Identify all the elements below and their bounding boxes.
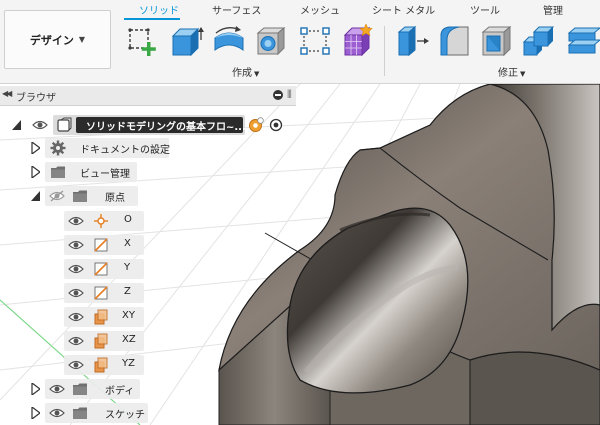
collapse-panel-icon[interactable]: ◀◀: [2, 89, 12, 98]
chevron-down-icon: ▼: [78, 35, 86, 44]
plane-icon: [94, 309, 108, 325]
visibility-eye-icon[interactable]: [49, 407, 65, 419]
create-sketch-icon[interactable]: [124, 24, 158, 58]
modify-group-dropdown[interactable]: 修正 ▼: [498, 64, 525, 79]
active-tab-indicator: [124, 18, 180, 20]
tab-tools[interactable]: ツール: [470, 2, 500, 17]
axis-icon: [94, 286, 108, 300]
browser-item-label: スケッチ: [105, 410, 145, 421]
browser-item-label: XZ: [122, 334, 136, 345]
folder-icon: [73, 190, 87, 202]
visibility-eye-icon[interactable]: [68, 359, 84, 371]
tab-sheet-metal[interactable]: シート メタル: [372, 2, 435, 17]
chevron-down-icon: ▼: [254, 70, 260, 78]
visibility-eye-icon[interactable]: [32, 119, 48, 131]
panel-grip-icon[interactable]: ⦀: [287, 88, 292, 102]
combine-icon[interactable]: [522, 24, 556, 58]
browser-item-label: ビュー管理: [80, 169, 130, 180]
pattern-icon[interactable]: [298, 24, 332, 58]
activate-component-icon[interactable]: [248, 117, 264, 133]
browser-title: ブラウザ: [16, 93, 56, 104]
browser-panel-header: ◀◀ ブラウザ ⦀: [0, 86, 296, 106]
visibility-eye-icon[interactable]: [68, 215, 84, 227]
browser-item-label: YZ: [122, 358, 135, 369]
visibility-eye-icon[interactable]: [68, 335, 84, 347]
browser-item-label: XY: [122, 310, 135, 321]
hole-icon[interactable]: [254, 24, 288, 58]
extrude-icon[interactable]: [170, 24, 204, 58]
plane-icon: [94, 333, 108, 349]
component-icon: [57, 117, 72, 132]
press-pull-icon[interactable]: [396, 24, 430, 58]
tab-mesh[interactable]: メッシュ: [300, 2, 340, 17]
tab-manage[interactable]: 管理: [543, 2, 563, 17]
tree-collapsed-icon[interactable]: [31, 166, 40, 178]
visibility-eye-icon[interactable]: [68, 239, 84, 251]
browser-item-label: Z: [124, 286, 131, 297]
toolbar-divider: [384, 26, 385, 76]
tree-collapsed-icon[interactable]: [31, 142, 40, 154]
active-radio-icon[interactable]: [268, 117, 284, 133]
modify-group-label: 修正: [498, 68, 518, 79]
align-icon[interactable]: [566, 24, 600, 58]
browser-item-label: 原点: [105, 193, 125, 204]
tree-collapsed-icon[interactable]: [31, 407, 40, 419]
create-group-label: 作成: [232, 68, 252, 79]
browser-item-label: Y: [124, 262, 131, 273]
folder-icon: [51, 166, 65, 178]
toolbar: デザイン ▼ ソリッド サーフェス メッシュ シート メタル ツール 管理 作成…: [0, 0, 600, 84]
workspace-switcher-button[interactable]: デザイン ▼: [4, 10, 111, 69]
plane-icon: [94, 357, 108, 373]
root-component-label: ソリッドモデリングの基本フロ~...: [86, 122, 246, 133]
browser-item-label: ボディ: [105, 386, 135, 397]
visibility-hidden-icon[interactable]: [49, 190, 65, 202]
tree-expanded-icon[interactable]: [12, 119, 21, 131]
visibility-eye-icon[interactable]: [68, 287, 84, 299]
tree-collapsed-icon[interactable]: [31, 383, 40, 395]
browser-item-label: X: [124, 238, 131, 249]
minimize-panel-icon[interactable]: [273, 90, 283, 100]
axis-icon: [94, 238, 108, 252]
revolve-icon[interactable]: [212, 24, 246, 58]
shell-icon[interactable]: [480, 24, 514, 58]
visibility-eye-icon[interactable]: [68, 263, 84, 275]
visibility-eye-icon[interactable]: [68, 311, 84, 323]
tab-solid[interactable]: ソリッド: [139, 2, 179, 17]
solid-body[interactable]: [218, 84, 600, 425]
origin-point-icon: [94, 214, 108, 228]
folder-icon: [73, 383, 87, 395]
fillet-icon[interactable]: [438, 24, 472, 58]
tree-expanded-icon[interactable]: [31, 190, 40, 202]
browser-item-label: O: [124, 214, 132, 225]
chevron-down-icon: ▼: [520, 70, 526, 78]
gear-icon: [50, 140, 66, 156]
tab-surface[interactable]: サーフェス: [212, 2, 261, 17]
folder-icon: [73, 407, 87, 419]
axis-icon: [94, 262, 108, 276]
browser-item-label: ドキュメントの設定: [80, 145, 170, 156]
create-group-dropdown[interactable]: 作成 ▼: [232, 64, 259, 79]
workspace-label: デザイン: [29, 33, 74, 47]
visibility-eye-icon[interactable]: [49, 383, 65, 395]
form-icon[interactable]: [340, 23, 374, 58]
